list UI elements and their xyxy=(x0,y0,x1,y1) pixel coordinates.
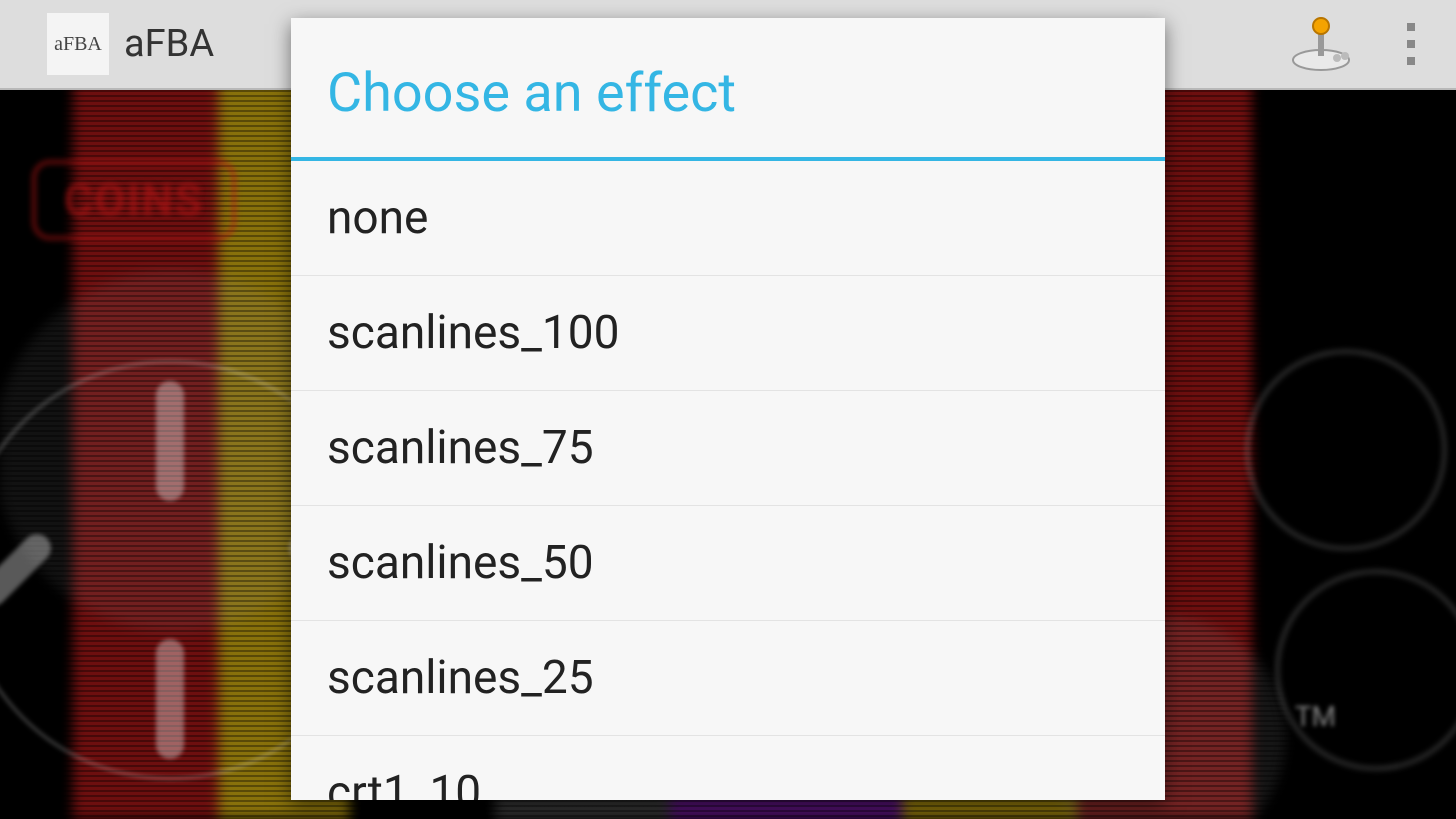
effect-option-scanlines-50[interactable]: scanlines_50 xyxy=(291,506,1165,621)
menu-overflow-icon[interactable] xyxy=(1396,19,1426,69)
effect-option-scanlines-100[interactable]: scanlines_100 xyxy=(291,276,1165,391)
effect-option-scanlines-75[interactable]: scanlines_75 xyxy=(291,391,1165,506)
joystick-icon[interactable] xyxy=(1286,14,1356,74)
effect-option-none[interactable]: none xyxy=(291,161,1165,276)
effect-option-list[interactable]: none scanlines_100 scanlines_75 scanline… xyxy=(291,161,1165,800)
effect-dialog: Choose an effect none scanlines_100 scan… xyxy=(291,18,1165,800)
dialog-title: Choose an effect xyxy=(291,18,1165,157)
app-title: aFBA xyxy=(124,22,214,66)
tm-label: TM xyxy=(1295,700,1336,733)
effect-option-scanlines-25[interactable]: scanlines_25 xyxy=(291,621,1165,736)
effect-option-crt1-10[interactable]: crt1_10 xyxy=(291,736,1165,800)
app-logo[interactable]: aFBA xyxy=(46,12,110,76)
coins-button[interactable]: COINS xyxy=(32,160,236,240)
